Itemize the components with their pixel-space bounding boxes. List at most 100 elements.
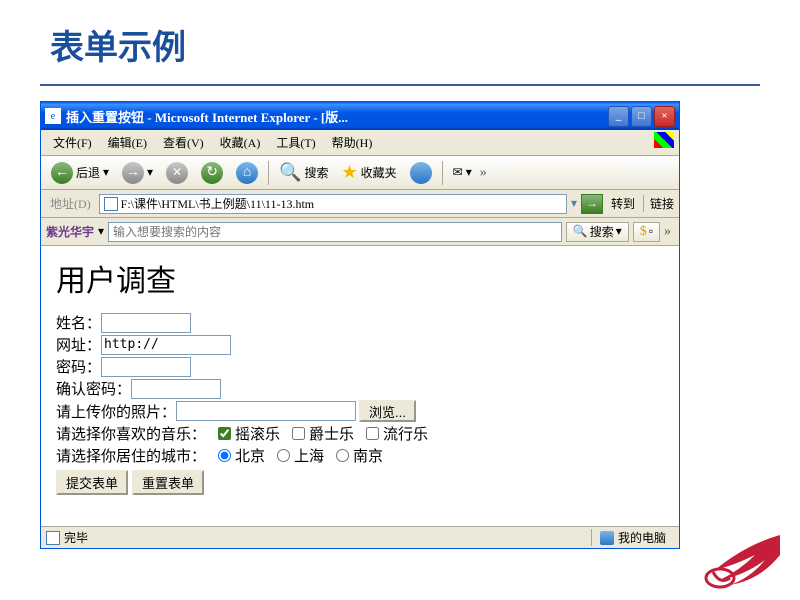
goto-label: 转到 (607, 195, 639, 212)
browser-window: e 插入重置按钮 - Microsoft Internet Explorer -… (40, 101, 680, 549)
window-titlebar: e 插入重置按钮 - Microsoft Internet Explorer -… (41, 102, 679, 130)
radio-nanjing[interactable] (336, 449, 349, 462)
page-heading: 用户调查 (56, 256, 664, 300)
search-input[interactable] (108, 222, 562, 242)
close-button[interactable]: × (654, 106, 675, 127)
overflow-chevron-icon[interactable]: » (480, 165, 487, 181)
music-jazz-option[interactable]: 爵士乐 (292, 423, 354, 444)
done-icon (46, 531, 60, 545)
badge-icon: ▫ (649, 224, 653, 239)
browse-button[interactable]: 浏览... (359, 400, 416, 422)
forward-icon: → (122, 162, 144, 184)
menu-file[interactable]: 文件(F) (46, 132, 99, 153)
url-input[interactable] (101, 335, 231, 355)
address-label: 地址(D) (46, 195, 95, 212)
back-icon: ← (51, 162, 73, 184)
page-icon (104, 197, 118, 211)
checkbox-rock[interactable] (218, 427, 231, 440)
toolbar-divider (442, 161, 443, 185)
addressbar: 地址(D) F:\课件\HTML\书上例题\11\11-13.htm ▾ → 转… (41, 190, 679, 218)
statusbar: 完毕 我的电脑 (41, 526, 679, 548)
window-controls: _ □ × (608, 106, 675, 127)
chevron-down-icon: ▾ (103, 165, 109, 180)
mail-button[interactable]: ✉▾ (448, 162, 477, 183)
star-icon: ★ (342, 162, 358, 183)
slide-logo (685, 530, 785, 595)
upload-label: 请上传你的照片： (56, 401, 176, 422)
sb-extra-button[interactable]: $▫ (633, 222, 660, 242)
menubar: 文件(F) 编辑(E) 查看(V) 收藏(A) 工具(T) 帮助(H) (41, 130, 679, 156)
stop-button[interactable]: ✕ (161, 159, 193, 187)
dropdown-icon[interactable]: ▾ (571, 196, 577, 211)
city-beijing-option[interactable]: 北京 (218, 445, 265, 466)
confirm-password-input[interactable] (131, 379, 221, 399)
refresh-icon: ↻ (201, 162, 223, 184)
city-nanjing-option[interactable]: 南京 (336, 445, 383, 466)
city-shanghai-option[interactable]: 上海 (277, 445, 324, 466)
minimize-button[interactable]: _ (608, 106, 629, 127)
stop-icon: ✕ (166, 162, 188, 184)
menu-tools[interactable]: 工具(T) (269, 132, 322, 153)
status-text: 完毕 (64, 529, 591, 546)
url-label: 网址： (56, 334, 101, 355)
password-label: 密码： (56, 356, 101, 377)
radio-shanghai[interactable] (277, 449, 290, 462)
wing-logo-icon (685, 530, 785, 590)
brand-label[interactable]: 紫光华宇 (46, 223, 94, 240)
windows-flag-icon (654, 132, 674, 148)
slide-divider (40, 84, 760, 86)
menu-help[interactable]: 帮助(H) (325, 132, 380, 153)
search-label: 搜索 (305, 164, 329, 181)
music-rock-option[interactable]: 摇滚乐 (218, 423, 280, 444)
zone-label: 我的电脑 (618, 529, 666, 546)
links-label[interactable]: 链接 (643, 195, 674, 212)
window-title: 插入重置按钮 - Microsoft Internet Explorer - [… (66, 107, 608, 126)
dollar-icon: $ (640, 224, 647, 240)
address-input[interactable]: F:\课件\HTML\书上例题\11\11-13.htm (99, 194, 567, 214)
chevron-down-icon: ▾ (616, 224, 622, 239)
maximize-button[interactable]: □ (631, 106, 652, 127)
sb-search-button[interactable]: 🔍 搜索 ▾ (566, 222, 629, 242)
favorites-button[interactable]: ★ 收藏夹 (337, 159, 402, 186)
search-button[interactable]: 🔍 搜索 (274, 159, 333, 186)
name-label: 姓名： (56, 312, 101, 333)
menu-edit[interactable]: 编辑(E) (101, 132, 154, 153)
go-arrow-icon: → (586, 196, 598, 211)
forward-button[interactable]: → ▾ (117, 159, 158, 187)
toolbar-divider (268, 161, 269, 185)
back-button[interactable]: ← 后退 ▾ (46, 159, 114, 187)
page-content: 用户调查 姓名： 网址： 密码： 确认密码： 请上传你的照片： 浏览... 请选… (41, 246, 679, 526)
radio-beijing[interactable] (218, 449, 231, 462)
menu-favorites[interactable]: 收藏(A) (213, 132, 268, 153)
mail-icon: ✉ (453, 165, 463, 180)
checkbox-pop[interactable] (366, 427, 379, 440)
refresh-button[interactable]: ↻ (196, 159, 228, 187)
media-icon (410, 162, 432, 184)
computer-icon (600, 531, 614, 545)
overflow-chevron-icon[interactable]: » (664, 224, 671, 240)
checkbox-jazz[interactable] (292, 427, 305, 440)
chevron-down-icon: ▾ (147, 165, 153, 180)
name-input[interactable] (101, 313, 191, 333)
chevron-down-icon[interactable]: ▾ (98, 224, 104, 239)
file-input[interactable] (176, 401, 356, 421)
music-pop-option[interactable]: 流行乐 (366, 423, 428, 444)
chevron-down-icon: ▾ (466, 165, 472, 180)
submit-button[interactable]: 提交表单 (56, 470, 128, 495)
toolbar: ← 后退 ▾ → ▾ ✕ ↻ ⌂ 🔍 搜索 ★ 收藏夹 ✉▾ » (41, 156, 679, 190)
music-label: 请选择你喜欢的音乐： (56, 423, 206, 444)
favorites-label: 收藏夹 (361, 164, 397, 181)
search-icon: 🔍 (279, 162, 301, 183)
go-button[interactable]: → (581, 194, 603, 214)
search-icon: 🔍 (573, 224, 588, 239)
menu-view[interactable]: 查看(V) (156, 132, 211, 153)
sb-search-label: 搜索 (590, 223, 614, 240)
password-input[interactable] (101, 357, 191, 377)
back-label: 后退 (76, 164, 100, 181)
slide-title: 表单示例 (0, 0, 800, 69)
media-button[interactable] (405, 159, 437, 187)
address-url: F:\课件\HTML\书上例题\11\11-13.htm (121, 195, 314, 212)
searchbar: 紫光华宇 ▾ 🔍 搜索 ▾ $▫ » (41, 218, 679, 246)
home-button[interactable]: ⌂ (231, 159, 263, 187)
reset-button[interactable]: 重置表单 (132, 470, 204, 495)
